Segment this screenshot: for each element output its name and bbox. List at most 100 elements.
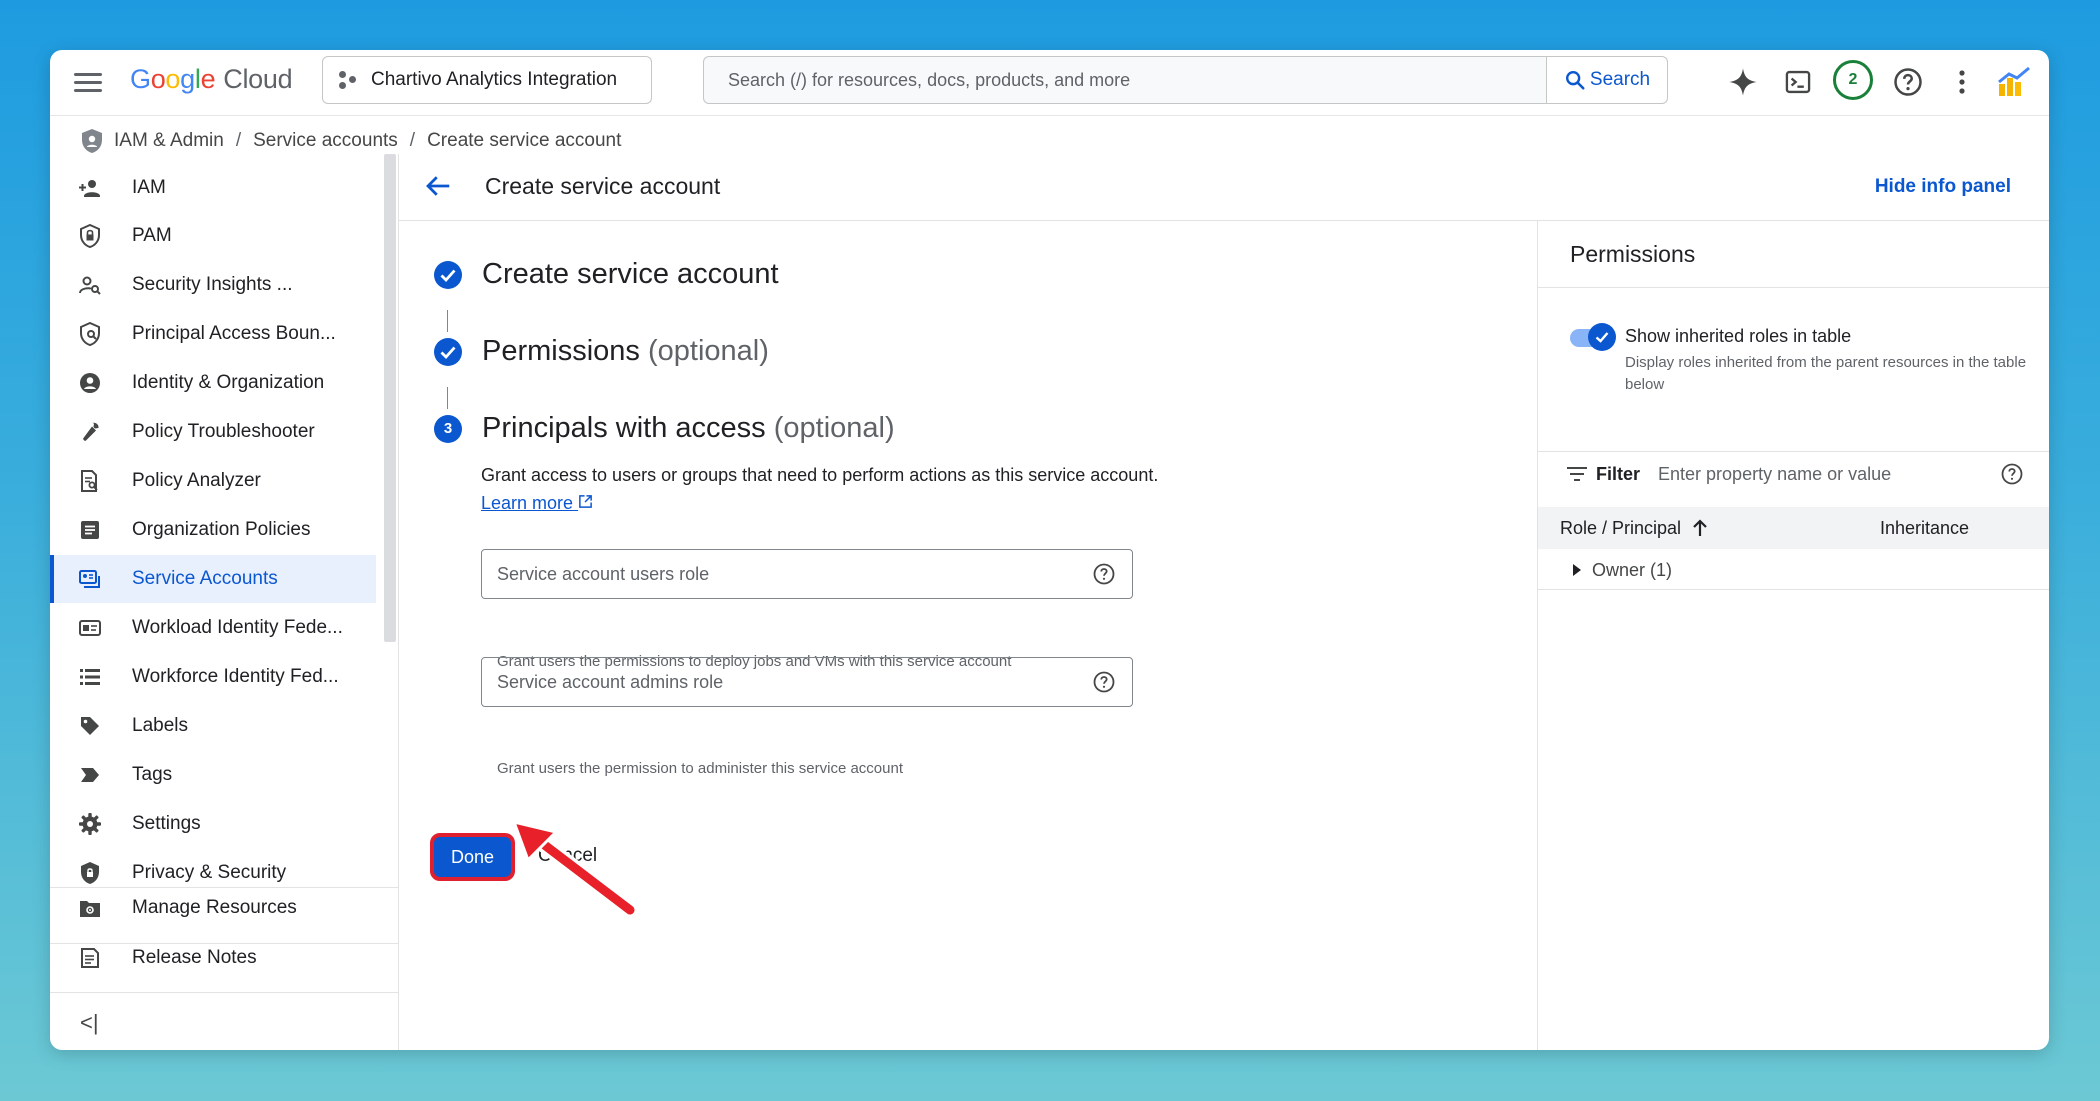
learn-more-link[interactable]: Learn more: [481, 493, 593, 513]
help-circle-icon[interactable]: [1092, 562, 1116, 586]
gemini-sparkle-icon[interactable]: [1725, 64, 1761, 100]
wizard: Create service account Permissions (opti…: [399, 221, 1537, 1050]
wrench-icon: [78, 420, 102, 444]
users-role-input[interactable]: [482, 549, 1092, 599]
check-icon: [1595, 332, 1609, 343]
sidebar-item-workforce-identity[interactable]: Workforce Identity Fed...: [50, 653, 376, 701]
step-title: Principals with access (optional): [482, 412, 895, 444]
done-button[interactable]: Done: [430, 833, 515, 881]
sidebar-item-tags[interactable]: Tags: [50, 751, 376, 799]
list-icon: [78, 665, 102, 689]
step-title: Permissions (optional): [482, 335, 769, 367]
filter-input[interactable]: [1656, 462, 2000, 486]
sidebar-item-label: IAM: [132, 177, 166, 198]
privacy-shield-icon: [78, 861, 102, 885]
sidebar-item-iam[interactable]: IAM: [50, 164, 376, 212]
sidebar-item-labels[interactable]: Labels: [50, 702, 376, 750]
search-button[interactable]: Search: [1546, 57, 1667, 103]
users-role-field: [481, 549, 1133, 599]
avatar[interactable]: [1996, 64, 2032, 100]
gear-icon: [78, 812, 102, 836]
policy-shield-icon: [78, 322, 102, 346]
page-title: Create service account: [485, 173, 721, 199]
project-name: Chartivo Analytics Integration: [371, 69, 618, 90]
list-box-icon: [78, 518, 102, 542]
sidebar-item-settings[interactable]: Settings: [50, 800, 376, 848]
sidebar-item-security-insights[interactable]: Security Insights ...: [50, 261, 376, 309]
step-principals: 3 Principals with access (optional): [434, 412, 895, 445]
search-button-label: Search: [1589, 69, 1651, 90]
main-menu-icon[interactable]: [72, 68, 104, 98]
sidebar-item-label: Manage Resources: [132, 897, 297, 918]
sidebar-item-label: Organization Policies: [132, 519, 311, 540]
breadcrumb-iam-admin[interactable]: IAM & Admin: [114, 130, 224, 152]
inherited-roles-toggle[interactable]: [1570, 323, 1618, 351]
help-icon[interactable]: [1890, 64, 1926, 100]
check-circle-icon: [434, 337, 462, 366]
label-icon: [78, 714, 102, 738]
service-account-icon: [78, 567, 102, 591]
panel-title: Permissions: [1570, 241, 1696, 267]
more-vert-icon[interactable]: [1944, 64, 1980, 100]
admins-role-input[interactable]: [482, 657, 1092, 707]
google-cloud-logo[interactable]: Google Cloud: [130, 64, 293, 95]
step-title: Create service account: [482, 258, 779, 290]
project-picker[interactable]: Chartivo Analytics Integration: [322, 56, 652, 104]
sidebar-item-principal-access[interactable]: Principal Access Boun...: [50, 310, 376, 358]
breadcrumb-current: Create service account: [427, 130, 622, 151]
sidebar-item-workload-identity[interactable]: Workload Identity Fede...: [50, 604, 376, 652]
sidebar-item-service-accounts[interactable]: Service Accounts: [50, 555, 376, 603]
sidebar-item-label: Workload Identity Fede...: [132, 617, 343, 638]
sidebar-item-policy-analyzer[interactable]: Policy Analyzer: [50, 457, 376, 505]
toggle-label: Show inherited roles in table: [1625, 326, 1852, 346]
sidebar-item-manage-resources[interactable]: Manage Resources: [50, 884, 376, 932]
step-description: Grant access to users or groups that nee…: [481, 465, 1159, 513]
search-bar: Search: [703, 56, 1668, 104]
step-number: 3: [434, 414, 462, 443]
sidebar-scrollbar[interactable]: [384, 154, 396, 642]
sidebar-item-label: Policy Troubleshooter: [132, 421, 315, 442]
annotation-arrow-icon: [512, 820, 638, 918]
sidebar-item-label: Principal Access Boun...: [132, 323, 336, 344]
column-inheritance[interactable]: Inheritance: [1880, 518, 1969, 539]
tag-icon: [78, 763, 102, 787]
admins-role-hint: Grant users the permission to administer…: [497, 760, 904, 777]
iam-shield-icon: [82, 129, 102, 153]
cloud-shell-icon[interactable]: [1780, 64, 1816, 100]
breadcrumb-service-accounts[interactable]: Service accounts: [253, 130, 398, 152]
sidebar-item-organization-policies[interactable]: Organization Policies: [50, 506, 376, 554]
hide-info-panel-button[interactable]: Hide info panel: [1875, 176, 2011, 198]
sidebar-item-release-notes[interactable]: Release Notes: [50, 934, 376, 982]
step-permissions[interactable]: Permissions (optional): [434, 335, 769, 368]
expand-caret-icon[interactable]: [1572, 563, 1582, 577]
sidebar-item-label: Workforce Identity Fed...: [132, 666, 339, 687]
breadcrumb-separator: /: [235, 130, 242, 151]
notifications-badge[interactable]: 2: [1833, 60, 1873, 100]
search-input[interactable]: [704, 56, 1546, 104]
sidebar-item-label: Release Notes: [132, 947, 257, 968]
table-row[interactable]: Owner (1): [1538, 551, 2049, 590]
collapse-sidebar-icon[interactable]: <|: [80, 1010, 99, 1036]
back-arrow-icon[interactable]: [423, 171, 453, 201]
sidebar-item-identity-organization[interactable]: Identity & Organization: [50, 359, 376, 407]
column-role-principal[interactable]: Role / Principal: [1560, 518, 1880, 539]
sidebar-item-label: Service Accounts: [132, 568, 278, 589]
step-create-account[interactable]: Create service account: [434, 258, 779, 291]
help-circle-icon[interactable]: [2000, 462, 2024, 486]
filter-label: Filter: [1596, 463, 1641, 484]
step-connector: [447, 387, 448, 409]
toggle-description: Display roles inherited from the parent …: [1625, 354, 2027, 393]
toggle-knob: [1588, 323, 1616, 351]
project-icon: [339, 69, 361, 91]
filter-bar: Filter: [1538, 451, 2049, 497]
check-circle-icon: [434, 260, 462, 289]
account-circle-icon: [78, 371, 102, 395]
sidebar-item-pam[interactable]: PAM: [50, 212, 376, 260]
sidebar-item-label: Identity & Organization: [132, 372, 325, 393]
table-header: Role / Principal Inheritance: [1538, 507, 2049, 549]
panel-divider: [1538, 287, 2049, 288]
sidebar-item-policy-troubleshooter[interactable]: Policy Troubleshooter: [50, 408, 376, 456]
help-circle-icon[interactable]: [1092, 670, 1116, 694]
admins-role-field: [481, 657, 1133, 707]
sidebar-item-label: PAM: [132, 225, 172, 246]
